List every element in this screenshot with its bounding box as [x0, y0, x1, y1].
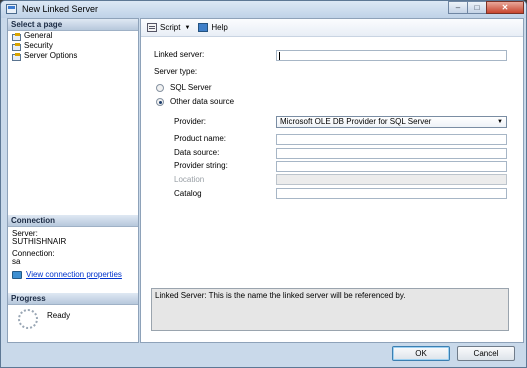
location-input	[276, 174, 507, 185]
provider-selected-value: Microsoft OLE DB Provider for SQL Server	[280, 117, 432, 126]
other-data-source-radio[interactable]	[156, 98, 164, 106]
page-item-server-options[interactable]: Server Options	[8, 51, 138, 61]
cancel-button[interactable]: Cancel	[457, 346, 515, 361]
progress-spinner-icon	[18, 309, 38, 329]
sql-server-radio-label[interactable]: SQL Server	[170, 83, 212, 93]
chevron-down-icon: ▼	[497, 119, 503, 125]
page-item-label: Security	[24, 41, 53, 50]
provider-string-input[interactable]	[276, 161, 507, 172]
general-form: Linked server: Server type: SQL Server O…	[141, 19, 523, 344]
select-page-header: Select a page	[8, 19, 138, 31]
catalog-label: Catalog	[174, 189, 202, 198]
ok-button[interactable]: OK	[392, 346, 450, 361]
left-pane: Select a page General Security Server Op…	[7, 18, 139, 343]
page-item-security[interactable]: Security	[8, 41, 138, 51]
new-linked-server-dialog: New Linked Server – □ ✕ Select a page Ge…	[0, 0, 527, 368]
progress-section: Progress Ready	[8, 293, 138, 329]
view-connection-properties-link[interactable]: View connection properties	[12, 271, 138, 279]
connection-value: sa	[12, 257, 21, 266]
page-item-general[interactable]: General	[8, 31, 138, 41]
minimize-button[interactable]: –	[448, 1, 468, 14]
connection-properties-icon	[12, 271, 22, 279]
title-bar[interactable]: New Linked Server – □ ✕	[1, 1, 526, 18]
maximize-button[interactable]: □	[467, 1, 487, 14]
progress-header: Progress	[8, 293, 138, 305]
window-controls: – □ ✕	[448, 1, 524, 15]
view-connection-properties-label[interactable]: View connection properties	[26, 271, 122, 279]
linked-server-label: Linked server:	[154, 50, 205, 59]
server-value: SUTHISHNAIR	[12, 237, 67, 246]
connection-label: Connection:	[12, 249, 55, 258]
data-source-input[interactable]	[276, 148, 507, 159]
right-pane: Script ▼ Help Linked server: Server type…	[140, 18, 524, 343]
server-type-label: Server type:	[154, 67, 198, 76]
progress-status: Ready	[47, 311, 71, 320]
window-title: New Linked Server	[22, 4, 99, 14]
catalog-input[interactable]	[276, 188, 507, 199]
other-data-source-radio-label[interactable]: Other data source	[170, 97, 234, 107]
product-name-input[interactable]	[276, 134, 507, 145]
page-icon	[12, 52, 21, 61]
location-label: Location	[174, 175, 205, 184]
page-icon	[12, 42, 21, 51]
close-button[interactable]: ✕	[486, 1, 524, 14]
dialog-app-icon	[6, 4, 17, 14]
provider-string-label: Provider string:	[174, 161, 228, 170]
linked-server-input[interactable]	[276, 50, 507, 61]
description-panel: Linked Server: This is the name the link…	[151, 288, 509, 331]
page-icon	[12, 32, 21, 41]
product-name-label: Product name:	[174, 134, 227, 143]
data-source-label: Data source:	[174, 148, 220, 157]
page-item-label: General	[24, 31, 53, 40]
provider-select[interactable]: Microsoft OLE DB Provider for SQL Server…	[276, 116, 507, 128]
provider-label: Provider:	[174, 117, 207, 126]
connection-header: Connection	[8, 215, 138, 227]
page-item-label: Server Options	[24, 51, 78, 60]
connection-details: Server: SUTHISHNAIR Connection: sa View …	[8, 227, 138, 279]
sql-server-radio[interactable]	[156, 84, 164, 92]
connection-section: Connection Server: SUTHISHNAIR Connectio…	[8, 215, 138, 279]
